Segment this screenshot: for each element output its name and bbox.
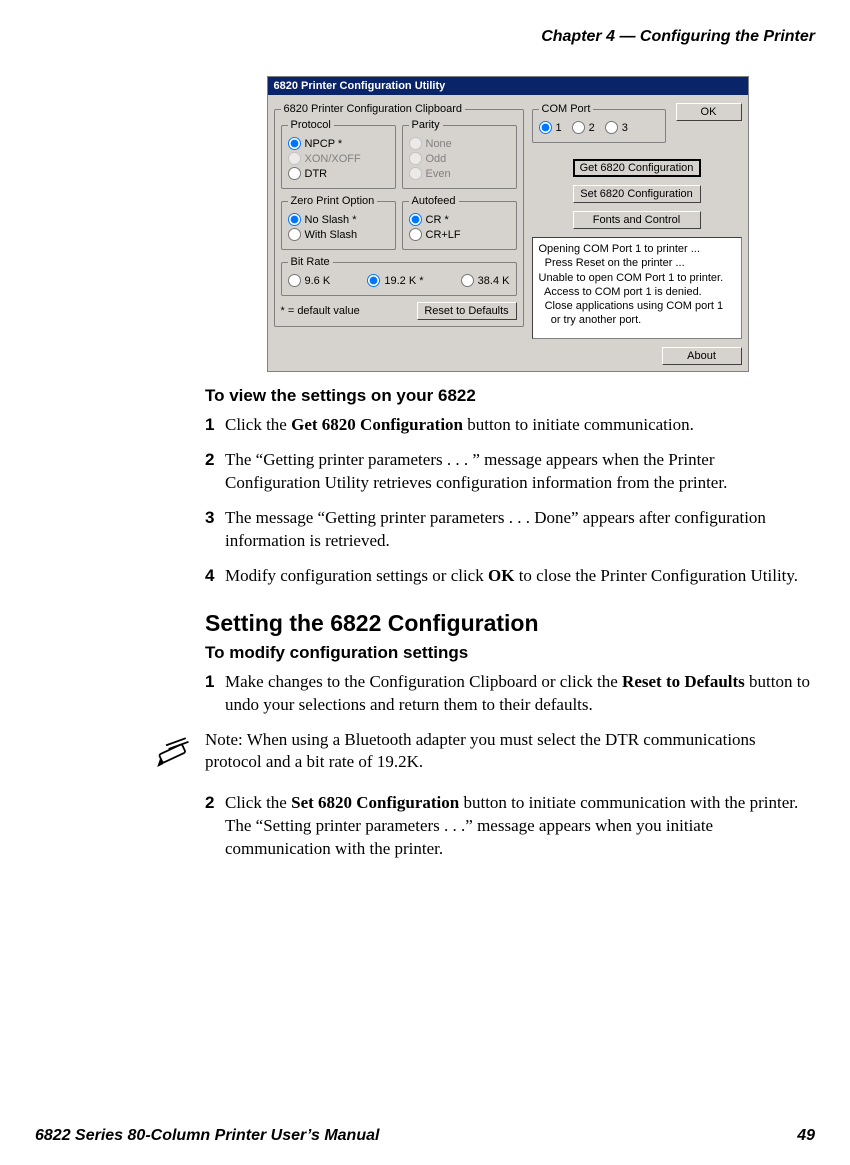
bitrate-legend: Bit Rate	[288, 256, 333, 268]
status-message-box: Opening COM Port 1 to printer ... Press …	[532, 237, 742, 339]
procedure-2-steps-cont: 2 Click the Set 6820 Configuration butto…	[205, 792, 810, 861]
protocol-dtr[interactable]: DTR	[288, 167, 389, 180]
protocol-npcp-label: NPCP *	[305, 138, 343, 150]
step-number: 1	[205, 414, 225, 437]
step-body: Modify configuration settings or click O…	[225, 565, 810, 588]
chapter-header: Chapter 4 — Configuring the Printer	[35, 28, 815, 46]
window-title-bar: 6820 Printer Configuration Utility	[268, 77, 748, 95]
parity-none: None	[409, 137, 510, 150]
zero-withslash[interactable]: With Slash	[288, 228, 389, 241]
footer-page-number: 49	[797, 1127, 815, 1145]
comport-2-label: 2	[589, 122, 595, 134]
bitrate-group: Bit Rate 9.6 K 19.2 K * 38.4 K	[281, 256, 517, 296]
ok-button[interactable]: OK	[676, 103, 742, 121]
autofeed-group: Autofeed CR * CR+LF	[402, 195, 517, 250]
comport-legend: COM Port	[539, 103, 594, 115]
zero-print-legend: Zero Print Option	[288, 195, 378, 207]
procedure-heading-1: To view the settings on your 6822	[205, 386, 810, 406]
bitrate-96k-label: 9.6 K	[305, 275, 331, 287]
parity-odd-label: Odd	[426, 153, 447, 165]
step-body: The “Getting printer parameters . . . ” …	[225, 449, 810, 495]
default-footnote: * = default value	[281, 305, 360, 317]
comport-2[interactable]: 2	[572, 121, 595, 134]
clipboard-legend: 6820 Printer Configuration Clipboard	[281, 103, 466, 115]
parity-none-label: None	[426, 138, 452, 150]
parity-even: Even	[409, 167, 510, 180]
bitrate-192k-label: 19.2 K *	[384, 275, 423, 287]
step-number: 2	[205, 792, 225, 815]
procedure-heading-2: To modify configuration settings	[205, 643, 810, 663]
bitrate-384k[interactable]: 38.4 K	[461, 274, 510, 287]
config-utility-window: 6820 Printer Configuration Utility 6820 …	[267, 76, 749, 372]
get-config-button[interactable]: Get 6820 Configuration	[573, 159, 701, 177]
autofeed-cr-label: CR *	[426, 214, 449, 226]
step-number: 2	[205, 449, 225, 472]
protocol-npcp[interactable]: NPCP *	[288, 137, 389, 150]
parity-even-label: Even	[426, 168, 451, 180]
comport-group: COM Port 1 2 3	[532, 103, 666, 143]
protocol-dtr-label: DTR	[305, 168, 328, 180]
step-number: 3	[205, 507, 225, 530]
section-heading: Setting the 6822 Configuration	[205, 610, 810, 637]
parity-odd: Odd	[409, 152, 510, 165]
clipboard-group: 6820 Printer Configuration Clipboard Pro…	[274, 103, 524, 327]
step-number: 4	[205, 565, 225, 588]
footer-title: 6822 Series 80-Column Printer User’s Man…	[35, 1127, 379, 1145]
fonts-control-button[interactable]: Fonts and Control	[573, 211, 701, 229]
set-config-button[interactable]: Set 6820 Configuration	[573, 185, 701, 203]
zero-noslash[interactable]: No Slash *	[288, 213, 389, 226]
step-body: Click the Get 6820 Configuration button …	[225, 414, 810, 437]
comport-3[interactable]: 3	[605, 121, 628, 134]
bitrate-384k-label: 38.4 K	[478, 275, 510, 287]
protocol-xonxoff: XON/XOFF	[288, 152, 389, 165]
protocol-group: Protocol NPCP * XON/XOFF DTR	[281, 119, 396, 189]
autofeed-cr[interactable]: CR *	[409, 213, 510, 226]
bitrate-96k[interactable]: 9.6 K	[288, 274, 331, 287]
step-body: Click the Set 6820 Configuration button …	[225, 792, 810, 861]
protocol-xonxoff-label: XON/XOFF	[305, 153, 361, 165]
parity-group: Parity None Odd Even	[402, 119, 517, 189]
pencil-icon	[157, 731, 193, 767]
procedure-1-steps: 1 Click the Get 6820 Configuration butto…	[205, 414, 810, 588]
note-block: Note: When using a Bluetooth adapter you…	[157, 729, 810, 775]
autofeed-legend: Autofeed	[409, 195, 459, 207]
bitrate-192k[interactable]: 19.2 K *	[367, 274, 423, 287]
about-button[interactable]: About	[662, 347, 742, 365]
autofeed-crlf[interactable]: CR+LF	[409, 228, 510, 241]
note-text: Note: When using a Bluetooth adapter you…	[205, 729, 810, 775]
parity-legend: Parity	[409, 119, 443, 131]
procedure-2-steps: 1 Make changes to the Configuration Clip…	[205, 671, 810, 717]
zero-withslash-label: With Slash	[305, 229, 358, 241]
comport-1-label: 1	[556, 122, 562, 134]
zero-noslash-label: No Slash *	[305, 214, 357, 226]
step-number: 1	[205, 671, 225, 694]
autofeed-crlf-label: CR+LF	[426, 229, 461, 241]
protocol-legend: Protocol	[288, 119, 334, 131]
zero-print-group: Zero Print Option No Slash * With Slash	[281, 195, 396, 250]
reset-defaults-button[interactable]: Reset to Defaults	[417, 302, 517, 320]
comport-3-label: 3	[622, 122, 628, 134]
comport-1[interactable]: 1	[539, 121, 562, 134]
step-body: The message “Getting printer parameters …	[225, 507, 810, 553]
step-body: Make changes to the Configuration Clipbo…	[225, 671, 810, 717]
